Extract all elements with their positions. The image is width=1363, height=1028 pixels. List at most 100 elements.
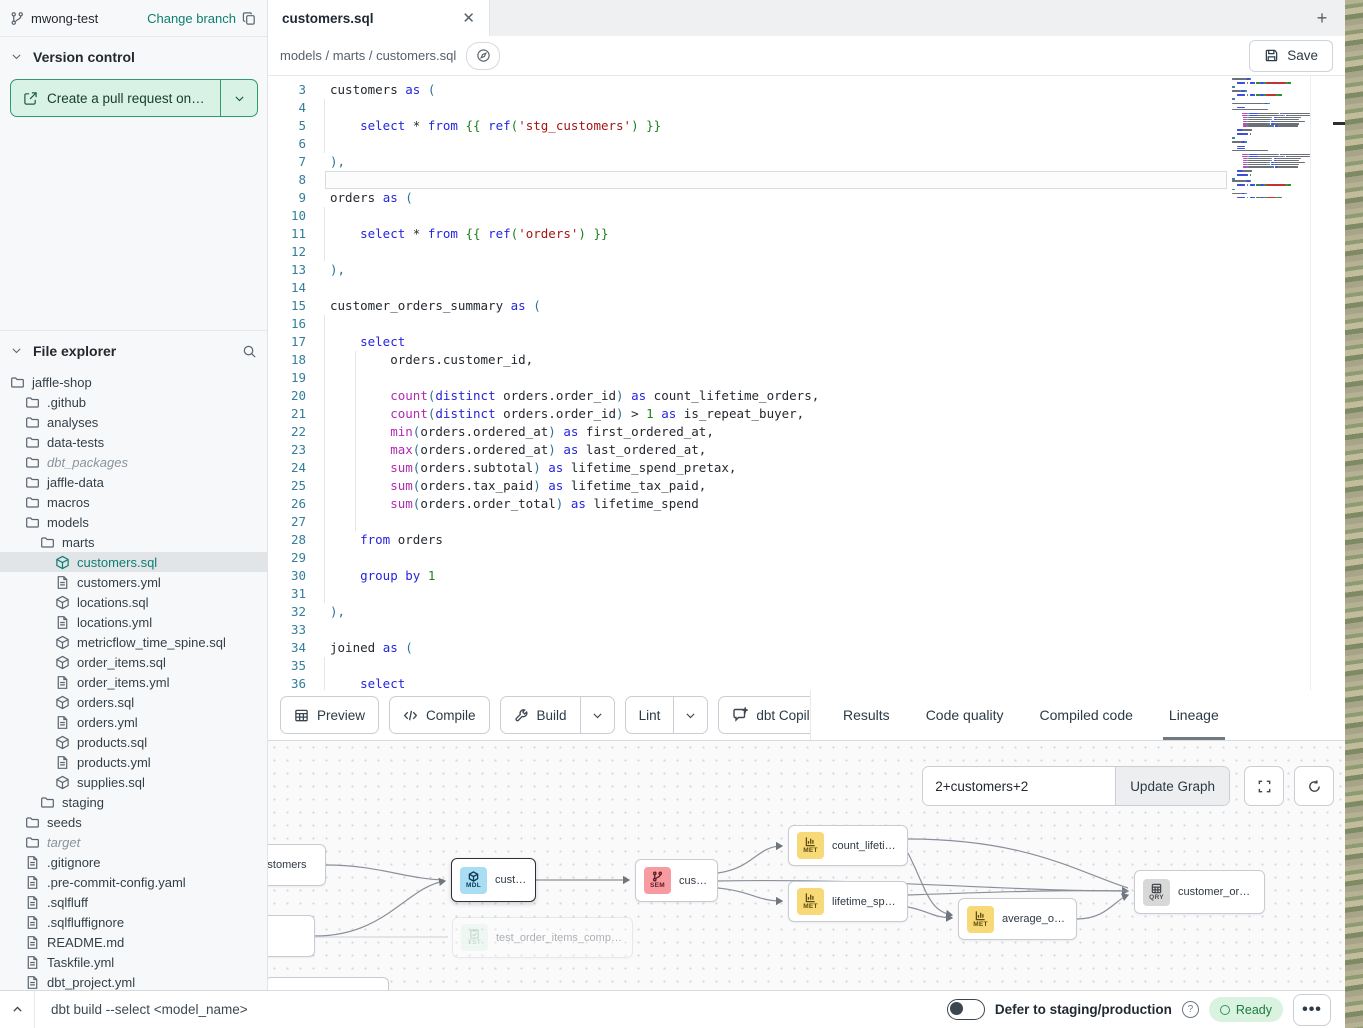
tree-item-macros[interactable]: macros (0, 492, 267, 512)
tree-item-seeds[interactable]: seeds (0, 812, 267, 832)
tab-customers-sql[interactable]: customers.sql ✕ (268, 0, 490, 36)
code-line-32[interactable]: 32), (268, 603, 1232, 621)
code-line-15[interactable]: 15customer_orders_summary as ( (268, 297, 1232, 315)
code-line-4[interactable]: 4 (268, 99, 1232, 117)
lineage-node-stg_customers[interactable]: stg_customers (268, 844, 326, 886)
lint-dropdown-caret[interactable] (673, 697, 707, 733)
tree-item-.github[interactable]: .github (0, 392, 267, 412)
minimap[interactable] (1232, 78, 1310, 200)
more-options-button[interactable]: ••• (1293, 994, 1331, 1026)
lineage-node-average_order_value[interactable]: METaverage_order_value (958, 898, 1077, 940)
code-line-28[interactable]: 28 from orders (268, 531, 1232, 549)
code-line-34[interactable]: 34joined as ( (268, 639, 1232, 657)
code-line-24[interactable]: 24 sum(orders.subtotal) as lifetime_spen… (268, 459, 1232, 477)
code-line-22[interactable]: 22 min(orders.ordered_at) as first_order… (268, 423, 1232, 441)
tree-item-jaffle-data[interactable]: jaffle-data (0, 472, 267, 492)
tree-item-analyses[interactable]: analyses (0, 412, 267, 432)
code-line-30[interactable]: 30 group by 1 (268, 567, 1232, 585)
save-button[interactable]: Save (1249, 40, 1333, 72)
lineage-node-test_order_items_compute_to_bools...[interactable]: TSTtest_order_items_compute_to_bools... (452, 917, 633, 958)
code-line-8[interactable]: 8 (268, 171, 1232, 189)
tab-results[interactable]: Results (843, 690, 890, 740)
refresh-button[interactable] (1294, 766, 1334, 806)
defer-toggle[interactable] (947, 999, 985, 1020)
tree-item-staging[interactable]: staging (0, 792, 267, 812)
code-line-35[interactable]: 35 (268, 657, 1232, 675)
tab-lineage[interactable]: Lineage (1169, 690, 1219, 740)
compile-button[interactable]: Compile (389, 696, 490, 734)
new-tab-button[interactable]: + (1311, 7, 1333, 29)
copy-icon[interactable] (242, 11, 257, 26)
docs-compass-icon[interactable] (466, 42, 500, 70)
lineage-node-customers[interactable]: SEMcustomers (635, 859, 718, 902)
code-line-11[interactable]: 11 select * from {{ ref('orders') }} (268, 225, 1232, 243)
lineage-node-lifetime_spend_pretax[interactable]: METlifetime_spend_pretax (788, 881, 908, 922)
code-line-12[interactable]: 12 (268, 243, 1232, 261)
lint-button[interactable]: Lint (625, 696, 709, 734)
tree-item-locations.yml[interactable]: locations.yml (0, 612, 267, 632)
code-line-6[interactable]: 6 (268, 135, 1232, 153)
tree-item-Taskfile.yml[interactable]: Taskfile.yml (0, 952, 267, 972)
tree-item-target[interactable]: target (0, 832, 267, 852)
preview-button[interactable]: Preview (280, 696, 379, 734)
tree-item-dbt_packages[interactable]: dbt_packages (0, 452, 267, 472)
code-editor[interactable]: 3customers as (45 select * from {{ ref('… (268, 76, 1345, 690)
tree-item-.pre-commit-config.yaml[interactable]: .pre-commit-config.yaml (0, 872, 267, 892)
code-line-18[interactable]: 18 orders.customer_id, (268, 351, 1232, 369)
tree-item-data-tests[interactable]: data-tests (0, 432, 267, 452)
tree-item-.sqlfluffignore[interactable]: .sqlfluffignore (0, 912, 267, 932)
chevron-down-icon[interactable] (10, 50, 25, 65)
build-dropdown-caret[interactable] (580, 697, 614, 733)
code-line-26[interactable]: 26 sum(orders.order_total) as lifetime_s… (268, 495, 1232, 513)
lineage-node-orders[interactable]: orders (268, 915, 315, 957)
tree-item-orders.yml[interactable]: orders.yml (0, 712, 267, 732)
code-line-36[interactable]: 36 select (268, 675, 1232, 690)
code-line-25[interactable]: 25 sum(orders.tax_paid) as lifetime_tax_… (268, 477, 1232, 495)
tree-item-locations.sql[interactable]: locations.sql (0, 592, 267, 612)
lineage-node-customer_order_metrics[interactable]: QRYcustomer_order_metrics (1134, 870, 1265, 914)
code-line-20[interactable]: 20 count(distinct orders.order_id) as co… (268, 387, 1232, 405)
code-line-14[interactable]: 14 (268, 279, 1232, 297)
tree-item-orders.sql[interactable]: orders.sql (0, 692, 267, 712)
tree-item-customers.yml[interactable]: customers.yml (0, 572, 267, 592)
create-pr-button[interactable]: Create a pull request on Git... (10, 79, 258, 117)
tree-item-dbt_project.yml[interactable]: dbt_project.yml (0, 972, 267, 990)
scrollbar-thumb[interactable] (1333, 122, 1345, 125)
pr-dropdown-caret[interactable] (220, 80, 257, 116)
close-icon[interactable]: ✕ (462, 9, 475, 27)
code-line-29[interactable]: 29 (268, 549, 1232, 567)
code-line-9[interactable]: 9orders as ( (268, 189, 1232, 207)
code-line-3[interactable]: 3customers as ( (268, 81, 1232, 99)
tree-item-metricflow_time_spine.sql[interactable]: metricflow_time_spine.sql (0, 632, 267, 652)
tab-code-quality[interactable]: Code quality (926, 690, 1004, 740)
lineage-node-part[interactable] (268, 977, 389, 991)
code-line-10[interactable]: 10 (268, 207, 1232, 225)
code-line-16[interactable]: 16 (268, 315, 1232, 333)
code-line-17[interactable]: 17 select (268, 333, 1232, 351)
tree-item-.gitignore[interactable]: .gitignore (0, 852, 267, 872)
code-line-13[interactable]: 13), (268, 261, 1232, 279)
lineage-node-customers[interactable]: MDLcustomers (451, 858, 536, 902)
tree-item-order_items.yml[interactable]: order_items.yml (0, 672, 267, 692)
code-line-5[interactable]: 5 select * from {{ ref('stg_customers') … (268, 117, 1232, 135)
chevron-down-icon[interactable] (10, 344, 25, 359)
lineage-node-count_lifetime_orders[interactable]: METcount_lifetime_orders (788, 825, 908, 866)
code-line-19[interactable]: 19 (268, 369, 1232, 387)
lineage-canvas[interactable]: Update Graph stg_customersorders MDLcusto… (268, 740, 1345, 991)
help-icon[interactable]: ? (1182, 1001, 1199, 1018)
code-line-33[interactable]: 33 (268, 621, 1232, 639)
tab-compiled-code[interactable]: Compiled code (1040, 690, 1133, 740)
tree-item-jaffle-shop[interactable]: jaffle-shop (0, 372, 267, 392)
tree-item-marts[interactable]: marts (0, 532, 267, 552)
tree-item-models[interactable]: models (0, 512, 267, 532)
editor-scrollbar[interactable] (1310, 76, 1345, 690)
tree-item-products.yml[interactable]: products.yml (0, 752, 267, 772)
tree-item-.sqlfluff[interactable]: .sqlfluff (0, 892, 267, 912)
code-line-31[interactable]: 31 (268, 585, 1232, 603)
expand-terminal-caret-icon[interactable] (0, 991, 35, 1028)
code-line-27[interactable]: 27 (268, 513, 1232, 531)
code-line-7[interactable]: 7), (268, 153, 1232, 171)
update-graph-button[interactable]: Update Graph (1115, 767, 1229, 805)
fullscreen-button[interactable] (1244, 766, 1284, 806)
code-line-23[interactable]: 23 max(orders.ordered_at) as last_ordere… (268, 441, 1232, 459)
